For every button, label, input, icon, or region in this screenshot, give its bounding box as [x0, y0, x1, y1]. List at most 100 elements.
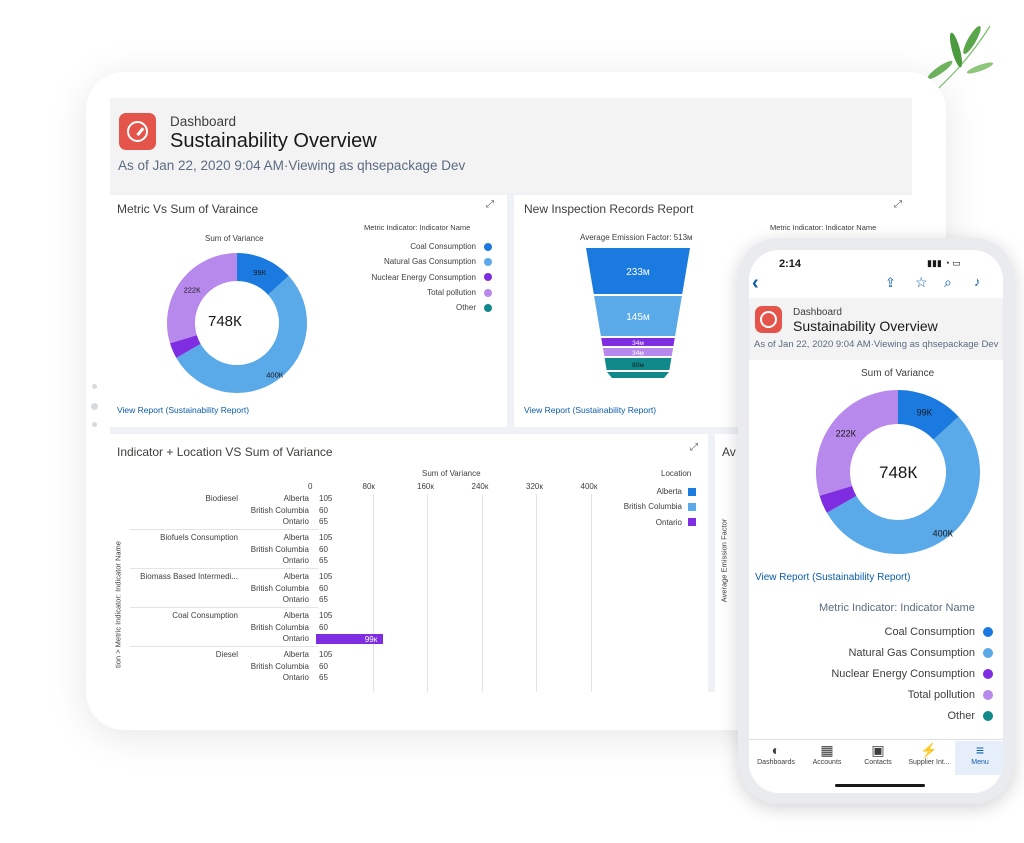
y-axis-label: Average Emission Factor	[719, 518, 729, 603]
legend-swatch	[484, 288, 492, 297]
funnel-stage-label: 80м	[632, 362, 644, 369]
view-report-link[interactable]: View Report (Sustainability Report)	[524, 405, 656, 415]
legend-item[interactable]: Natural Gas Consumption	[789, 643, 993, 664]
bar-value-label: 65	[319, 673, 328, 683]
dashboard-header: Dashboard Sustainability Overview As of …	[110, 98, 912, 193]
legend-swatch	[688, 518, 696, 527]
bar-value-label: 65	[319, 556, 328, 566]
legend-label: Ontario	[655, 517, 682, 527]
legend-item[interactable]: Nuclear Energy Consumption	[789, 664, 993, 685]
group-separator	[130, 529, 318, 530]
supplier-icon: ⚡	[920, 742, 938, 758]
legend-label: Total pollution	[907, 688, 975, 701]
nav-label: Accounts	[812, 759, 842, 766]
search-icon[interactable]: ⌕	[944, 274, 952, 291]
bar-chart-body: Biodiesel Alberta 105 British Columbia 60 Ont…	[110, 494, 610, 692]
location-label: Alberta	[283, 611, 309, 620]
legend-swatch	[688, 487, 696, 496]
bar-value-label: 60	[319, 505, 328, 515]
group-separator	[130, 646, 318, 647]
dashboard-icon	[119, 113, 156, 150]
donut-data-label: 99К	[917, 408, 933, 418]
bar-value-label: 65	[319, 517, 328, 527]
funnel-stage-label: 34м	[632, 350, 644, 357]
dashboard-icon	[755, 306, 782, 333]
back-icon[interactable]: ‹	[752, 272, 759, 295]
chart-title: Sum of Variance	[205, 234, 264, 243]
expand-icon[interactable]: ⤢	[894, 199, 902, 210]
legend-item[interactable]: Other	[789, 705, 993, 726]
x-axis-tick: 0	[308, 482, 313, 491]
legend-item[interactable]: Coal Consumption	[789, 622, 993, 643]
legend-item[interactable]: Coal Consumption	[350, 239, 492, 254]
legend-label: Natural Gas Consumption	[848, 647, 975, 660]
legend-swatch	[983, 710, 993, 721]
gridline	[536, 494, 537, 692]
location-label: Ontario	[282, 556, 309, 566]
group-separator	[130, 568, 318, 569]
nav-label: Supplier Int...	[908, 759, 950, 766]
home-indicator	[835, 784, 925, 787]
donut-data-label: 99К	[253, 268, 266, 277]
view-report-link[interactable]: View Report (Sustainability Report)	[117, 405, 249, 415]
legend: Alberta British Columbia Ontario	[590, 484, 696, 530]
legend-label: British Columbia	[623, 502, 682, 512]
page-subtitle: As of Jan 22, 2020 9:04 AM·Viewing as qh…	[118, 158, 466, 173]
legend-item[interactable]: British Columbia	[590, 499, 696, 514]
y-axis-label: tion > Metric Indicator: Indicator Name	[113, 541, 123, 668]
star-icon[interactable]: ☆	[915, 274, 928, 291]
legend-title: Location	[661, 469, 692, 478]
location-label: British Columbia	[250, 661, 309, 671]
funnel-stage	[606, 372, 670, 378]
view-report-link[interactable]: View Report (Sustainability Report)	[755, 572, 910, 583]
location-label: Alberta	[283, 533, 309, 542]
nav-item-dashboards[interactable]: ◐ Dashboards	[751, 741, 801, 766]
legend-item[interactable]: Natural Gas Consumption	[350, 254, 492, 269]
bar-value-label: 105	[319, 533, 333, 542]
nav-item-contacts[interactable]: ▣ Contacts	[853, 741, 903, 766]
nav-item-menu[interactable]: ≡ Menu	[955, 741, 1003, 775]
phone-dashboard-header: Dashboard Sustainability Overview As of …	[749, 298, 1003, 360]
chart-title: Sum of Variance	[861, 368, 935, 379]
legend-swatch	[484, 303, 492, 312]
menu-icon: ≡	[975, 742, 985, 758]
legend-label: Alberta	[656, 487, 682, 497]
legend-swatch	[983, 627, 993, 638]
legend-item[interactable]: Ontario	[590, 515, 696, 530]
expand-icon[interactable]: ⤢	[690, 442, 698, 453]
expand-icon[interactable]: ⤢	[486, 199, 494, 210]
tablet-side-dots	[91, 384, 98, 427]
nav-item-supplier[interactable]: ⚡ Supplier Int...	[904, 741, 954, 766]
location-label: Alberta	[283, 650, 309, 659]
nav-item-accounts[interactable]: ▦ Accounts	[802, 741, 852, 766]
bar-value-label: 99к	[364, 635, 378, 645]
legend-item[interactable]: Total pollution	[350, 285, 492, 300]
category-label: Biofuels Consumption	[160, 533, 238, 542]
bar-value-label: 105	[319, 494, 333, 503]
legend-swatch	[983, 689, 993, 700]
funnel-stage-label: 145м	[626, 312, 650, 323]
legend-swatch	[484, 242, 492, 251]
donut-data-label: 222К	[836, 428, 857, 438]
chart-title: Average Emission Factor: 513м	[580, 233, 693, 242]
page-title: Sustainability Overview	[793, 318, 938, 334]
legend-item[interactable]: Alberta	[590, 484, 696, 499]
gridline	[481, 494, 483, 692]
x-axis-tick: 80к	[362, 482, 375, 491]
legend-item[interactable]: Total pollution	[789, 684, 993, 705]
legend-title: Metric Indicator: Indicator Name	[364, 223, 471, 232]
gridline	[372, 494, 374, 692]
axis-title: Sum of Variance	[422, 469, 481, 478]
location-label: British Columbia	[250, 544, 309, 554]
phone-screen: 2:14 ▮▮▮ ◔ ▭ ‹ ⇪ ☆ ⌕ ♪ Dashboard Sustain…	[749, 250, 1003, 793]
dashboard-label: Dashboard	[793, 307, 842, 318]
legend-swatch	[983, 648, 993, 659]
share-icon[interactable]: ⇪	[885, 275, 896, 291]
legend-label: Nuclear Energy Consumption	[371, 272, 477, 282]
legend-item[interactable]: Nuclear Energy Consumption	[350, 270, 492, 285]
bar-value-label: 105	[319, 611, 333, 620]
funnel-stage-label: 233м	[626, 267, 650, 278]
bar-value-label: 60	[319, 622, 328, 632]
bell-icon[interactable]: ♪	[974, 274, 981, 289]
legend-item[interactable]: Other	[350, 300, 492, 315]
